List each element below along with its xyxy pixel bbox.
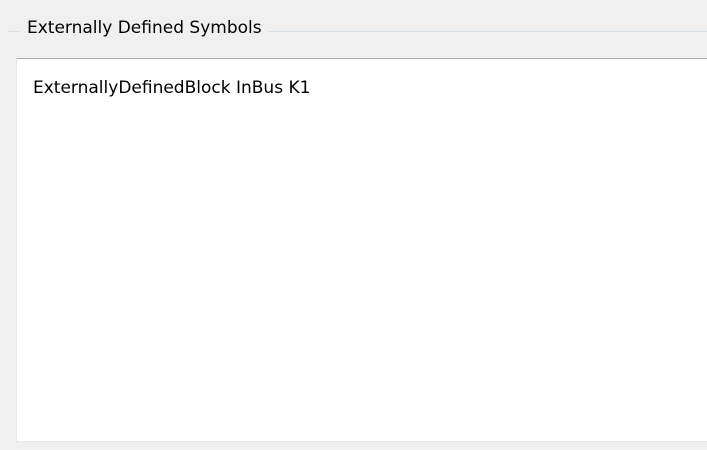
symbols-text-area[interactable]: ExternallyDefinedBlock InBus K1: [16, 58, 707, 442]
symbols-text-value: ExternallyDefinedBlock InBus K1: [33, 78, 311, 98]
group-title: Externally Defined Symbols: [20, 16, 269, 40]
window-body: { "group": { "title": "Externally Define…: [0, 0, 707, 450]
